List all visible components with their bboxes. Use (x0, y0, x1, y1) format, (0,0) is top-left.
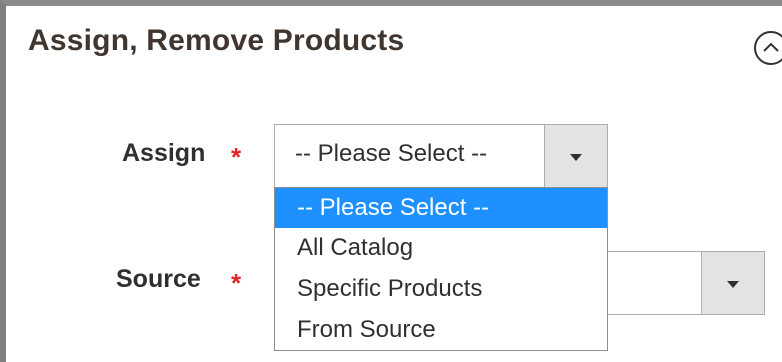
assign-option[interactable]: -- Please Select -- (275, 188, 607, 228)
assign-option[interactable]: From Source (275, 310, 607, 350)
assign-select-toggle[interactable] (544, 125, 607, 187)
caret-down-icon (570, 154, 582, 161)
assign-remove-products-section: Assign, Remove Products Assign * -- Plea… (0, 0, 782, 362)
assign-select-value: -- Please Select -- (295, 140, 488, 167)
assign-label: Assign (122, 139, 206, 167)
assign-required-mark: * (231, 142, 242, 172)
caret-down-icon (727, 281, 739, 288)
section-title: Assign, Remove Products (28, 24, 405, 57)
source-select-toggle[interactable] (701, 252, 764, 314)
assign-dropdown-list: -- Please Select -- All Catalog Specific… (274, 187, 608, 351)
collapse-button[interactable] (754, 31, 782, 65)
chevron-up-icon (763, 42, 779, 52)
source-required-mark: * (231, 268, 242, 298)
source-label: Source (116, 265, 201, 293)
assign-select[interactable]: -- Please Select -- (274, 124, 608, 188)
assign-option[interactable]: All Catalog (275, 228, 607, 268)
assign-option[interactable]: Specific Products (275, 269, 607, 309)
